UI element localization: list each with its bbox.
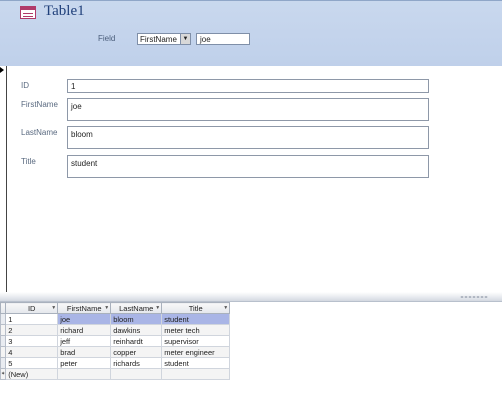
cell-id[interactable]: 5 <box>5 357 59 369</box>
id-label: ID <box>21 81 29 90</box>
cell-title[interactable] <box>161 368 231 380</box>
title-field[interactable]: student <box>67 155 429 178</box>
datasheet: ID ▼ FirstName ▼ LastName ▼ Title ▼ 1 jo… <box>0 302 502 402</box>
column-header-title[interactable]: Title ▼ <box>161 302 231 314</box>
cell-title[interactable]: student <box>161 357 231 369</box>
split-bar[interactable] <box>0 292 502 302</box>
lastname-field[interactable]: bloom <box>67 126 429 149</box>
cell-firstname[interactable]: peter <box>57 357 112 369</box>
column-header-lastname[interactable]: LastName ▼ <box>110 302 163 314</box>
table-row[interactable]: 1 joe bloom student <box>0 313 231 325</box>
cell-id[interactable]: 1 <box>5 313 59 325</box>
id-field[interactable]: 1 <box>67 79 429 93</box>
cell-title[interactable]: supervisor <box>161 335 231 347</box>
record-pointer-icon <box>0 67 4 73</box>
datasheet-table: ID ▼ FirstName ▼ LastName ▼ Title ▼ 1 jo… <box>0 302 231 380</box>
cell-lastname[interactable]: copper <box>110 346 163 358</box>
column-header-id[interactable]: ID ▼ <box>5 302 59 314</box>
cell-title[interactable]: student <box>161 313 231 325</box>
new-record-row[interactable]: ✶ (New) <box>0 368 231 380</box>
cell-id[interactable]: 4 <box>5 346 59 358</box>
chevron-down-icon[interactable]: ▼ <box>180 34 190 44</box>
chevron-down-icon[interactable]: ▼ <box>51 305 56 311</box>
cell-firstname[interactable]: joe <box>57 313 112 325</box>
cell-firstname[interactable]: jeff <box>57 335 112 347</box>
firstname-label: FirstName <box>21 100 58 109</box>
datasheet-header-row: ID ▼ FirstName ▼ LastName ▼ Title ▼ <box>0 302 231 314</box>
field-value-input[interactable]: joe <box>196 33 250 45</box>
field-select[interactable]: FirstName ▼ <box>137 33 191 45</box>
record-selector[interactable] <box>0 66 7 292</box>
splitter-grip-icon[interactable] <box>460 296 488 298</box>
cell-firstname[interactable]: richard <box>57 324 112 336</box>
lastname-label: LastName <box>21 128 58 137</box>
table-row[interactable]: 4 brad copper meter engineer <box>0 346 231 358</box>
cell-lastname[interactable]: bloom <box>110 313 163 325</box>
chevron-down-icon[interactable]: ▼ <box>223 305 228 311</box>
chevron-down-icon[interactable]: ▼ <box>104 305 109 311</box>
table-row[interactable]: 2 richard dawkins meter tech <box>0 324 231 336</box>
firstname-field[interactable]: joe <box>67 98 429 121</box>
cell-firstname[interactable]: brad <box>57 346 112 358</box>
field-label: Field <box>98 34 116 43</box>
table-icon <box>20 6 36 19</box>
cell-id[interactable]: 3 <box>5 335 59 347</box>
chevron-down-icon[interactable]: ▼ <box>155 305 160 311</box>
column-header-firstname[interactable]: FirstName ▼ <box>57 302 112 314</box>
table-row[interactable]: 3 jeff reinhardt supervisor <box>0 335 231 347</box>
cell-lastname[interactable]: dawkins <box>110 324 163 336</box>
form-detail: ID 1 FirstName joe LastName bloom Title … <box>0 66 502 292</box>
cell-lastname[interactable]: reinhardt <box>110 335 163 347</box>
title-label: Title <box>21 157 36 166</box>
cell-title[interactable]: meter engineer <box>161 346 231 358</box>
cell-firstname[interactable] <box>57 368 112 380</box>
table-row[interactable]: 5 peter richards student <box>0 357 231 369</box>
form-header: Table1 Field FirstName ▼ joe <box>0 0 502 67</box>
field-select-value: FirstName <box>140 35 177 44</box>
cell-title[interactable]: meter tech <box>161 324 231 336</box>
cell-lastname[interactable]: richards <box>110 357 163 369</box>
form-title: Table1 <box>44 3 85 19</box>
new-record-label[interactable]: (New) <box>5 368 59 380</box>
cell-id[interactable]: 2 <box>5 324 59 336</box>
cell-lastname[interactable] <box>110 368 163 380</box>
